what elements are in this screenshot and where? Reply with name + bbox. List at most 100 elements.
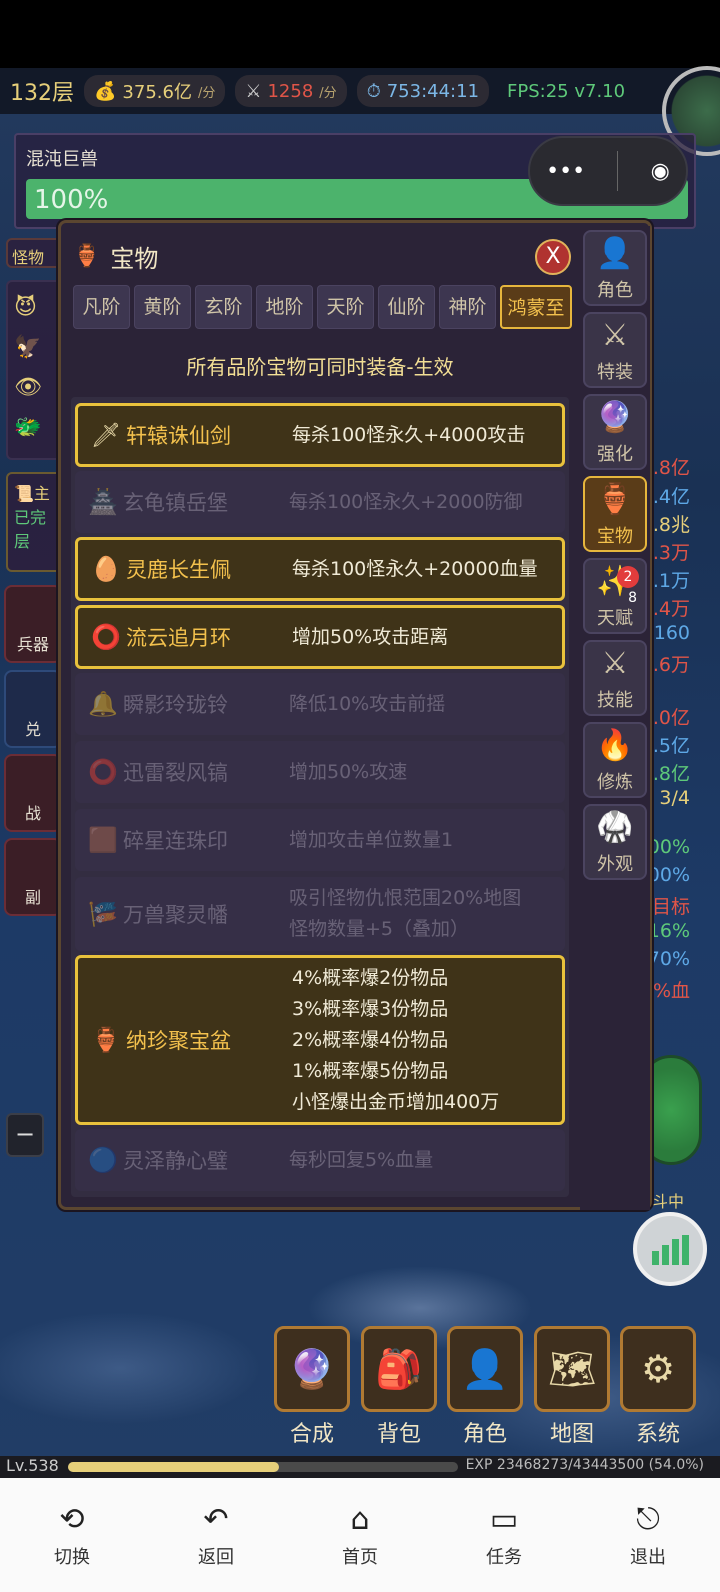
bar-chart-icon: [652, 1235, 689, 1265]
treasure-desc-line: 增加50%攻击距离: [292, 625, 449, 648]
side-nav-label: 强化: [597, 444, 633, 465]
tab-tier-2[interactable]: 玄阶: [195, 285, 252, 329]
nav-label: 首页: [342, 1546, 378, 1568]
right-stat-value: .3万: [652, 542, 690, 564]
fps-version: FPS:25 v7.10: [507, 80, 626, 102]
right-stat-value: .5亿: [652, 735, 690, 757]
close-target-icon[interactable]: ◉: [651, 159, 670, 184]
seal-icon: 🟫: [88, 826, 118, 854]
side-nav-item[interactable]: 🥋 外观: [583, 804, 647, 880]
stats-chart-button[interactable]: [633, 1212, 707, 1286]
right-stat-value: 00%: [647, 864, 690, 886]
treasure-desc-line: 降低10%攻击前摇: [289, 692, 446, 715]
jar-icon: 🏺: [73, 244, 101, 269]
side-nav-item[interactable]: 🏺 宝物: [583, 476, 647, 552]
side-nav-item[interactable]: ✨ 天赋 2 8: [583, 558, 647, 634]
bottom-button-label: 角色: [462, 1422, 507, 1447]
tab-tier-3[interactable]: 地阶: [256, 285, 313, 329]
treasure-bowl-icon: 🏺: [91, 1026, 121, 1054]
kill-rate-unit: /分: [319, 85, 337, 101]
person-icon: 👤: [596, 236, 634, 271]
treasure-desc-line: 3%概率爆3份物品: [292, 997, 449, 1020]
gold-rate-unit: /分: [197, 85, 216, 101]
right-stat-value: .6万: [652, 654, 690, 676]
quest-text: 主: [33, 484, 50, 503]
treasure-item[interactable]: 🥚 灵鹿长生佩 每杀100怪永久+20000血量: [75, 537, 565, 601]
tab-tier-7[interactable]: 鸿蒙至: [500, 285, 572, 329]
treasure-desc-line: 4%概率爆2份物品: [292, 966, 449, 989]
bottom-button-label: 地图: [549, 1422, 594, 1447]
treasure-item[interactable]: 🏺 纳珍聚宝盆 4%概率爆2份物品 3%概率爆3份物品 2%概率爆4份物品 1%概率爆5份…: [75, 955, 565, 1125]
treasure-item[interactable]: 🗡 轩辕诛仙剑 每杀100怪永久+4000攻击: [75, 403, 565, 467]
treasure-item[interactable]: 🔔 瞬影玲珑铃 降低10%攻击前摇: [75, 673, 565, 735]
side-nav-item[interactable]: ⚔ 特装: [583, 312, 647, 388]
right-stat-value: .8亿: [652, 763, 690, 785]
treasure-item[interactable]: 🎏 万兽聚灵幡 吸引怪物仇恨范围20%地图 怪物数量+5（叠加）: [75, 877, 565, 951]
treasure-item[interactable]: ⭕ 流云追月环 增加50%攻击距离: [75, 605, 565, 669]
treasure-item[interactable]: 🔵 灵泽静心璧 每秒回复5%血量: [75, 1129, 565, 1191]
switch-icon: ⟲: [59, 1501, 85, 1537]
bottom-button[interactable]: 🔮 合成: [274, 1326, 350, 1450]
top-black-bar: [0, 0, 720, 68]
treasure-name: 轩辕诛仙剑: [126, 424, 231, 448]
more-dots-icon[interactable]: •••: [546, 159, 585, 184]
timer-pill: ⏱ 753:44:11: [356, 75, 490, 107]
treasure-item[interactable]: 🟫 碎星连珠印 增加攻击单位数量1: [75, 809, 565, 871]
floor-counter: 132层: [10, 81, 74, 106]
nav-item[interactable]: ⟲ 切换: [27, 1502, 117, 1569]
side-nav-item[interactable]: 🔮 强化: [583, 394, 647, 470]
collapse-button[interactable]: −: [6, 1113, 44, 1157]
treasure-desc-line: 增加攻击单位数量1: [289, 828, 454, 851]
treasure-panel: 🏺 宝物 X 凡阶 黄阶 玄阶 地阶 天阶 仙阶 神阶 鸿蒙至 所有品阶宝物可同时装备-生效 …: [58, 220, 652, 1210]
tab-tier-1[interactable]: 黄阶: [134, 285, 191, 329]
treasure-name: 玄龟镇岳堡: [123, 491, 228, 515]
crossed-swords-icon: ⚔: [601, 318, 629, 353]
fire-icon: 🔥: [596, 728, 634, 763]
bottom-button[interactable]: 👤 角色: [447, 1326, 523, 1450]
nav-label: 退出: [630, 1546, 666, 1568]
battle-button[interactable]: 战: [4, 754, 62, 832]
nav-label: 切换: [54, 1546, 90, 1568]
status-bar: 132层 💰 375.6亿 /分 ⚔ 1258 /分 ⏱ 753:44:11 F…: [0, 68, 720, 114]
treasure-name: 迅雷裂风镐: [123, 761, 228, 785]
dungeon-button[interactable]: 副: [4, 838, 62, 916]
crossed-swords-icon: ⚔: [245, 80, 262, 102]
money-bag-icon: 💰: [94, 80, 117, 102]
panel-header: 🏺 宝物: [73, 239, 158, 274]
dungeon-button-label: 副: [24, 888, 41, 907]
back-icon: ↶: [203, 1501, 229, 1537]
fortress-icon: 🏯: [88, 488, 118, 516]
scroll-icon: 📜: [14, 484, 34, 503]
eagle-icon: 🦅: [14, 335, 42, 360]
bottom-button[interactable]: 🗺 地图: [534, 1326, 610, 1450]
nav-item[interactable]: ▭ 任务: [459, 1502, 549, 1569]
demon-icon: 😈: [14, 295, 37, 320]
tab-tier-5[interactable]: 仙阶: [378, 285, 435, 329]
bottom-button[interactable]: ⚙ 系统: [620, 1326, 696, 1450]
tab-tier-4[interactable]: 天阶: [317, 285, 374, 329]
side-nav-item[interactable]: 👤 角色: [583, 230, 647, 306]
gold-rate: 375.6亿: [122, 82, 192, 103]
stopwatch-icon: ⏱: [366, 80, 381, 102]
exchange-button[interactable]: 兑: [4, 670, 62, 748]
tab-tier-0[interactable]: 凡阶: [73, 285, 130, 329]
bottom-button-label: 合成: [289, 1422, 334, 1447]
treasure-item[interactable]: 🏯 玄龟镇岳堡 每杀100怪永久+2000防御: [75, 471, 565, 533]
level-text: Lv.538: [6, 1456, 59, 1475]
treasure-desc-line: 2%概率爆4份物品: [292, 1028, 449, 1051]
nav-item[interactable]: ↶ 返回: [171, 1502, 261, 1569]
tab-tier-6[interactable]: 神阶: [439, 285, 496, 329]
exp-text: EXP 23468273/43443500 (54.0%): [465, 1457, 704, 1473]
close-button[interactable]: X: [535, 239, 571, 275]
weapon-button[interactable]: 兵器: [4, 585, 62, 663]
side-nav-item[interactable]: 🔥 修炼: [583, 722, 647, 798]
nav-label: 返回: [198, 1546, 234, 1568]
side-nav-item[interactable]: ⚔ 技能: [583, 640, 647, 716]
nav-item[interactable]: ⎋ 退出: [603, 1502, 693, 1569]
nav-item[interactable]: ⌂ 首页: [315, 1502, 405, 1569]
side-nav-label: 特装: [597, 362, 633, 383]
right-stat-value: 00%: [647, 836, 690, 858]
side-nav: 👤 角色 ⚔ 特装 🔮 强化 🏺 宝物 ✨ 天赋 2 8 ⚔ 技能 🔥 修炼 🥋 外观: [580, 226, 650, 1210]
treasure-item[interactable]: ⭕ 迅雷裂风镐 增加50%攻速: [75, 741, 565, 803]
bottom-button[interactable]: 🎒 背包: [361, 1326, 437, 1450]
